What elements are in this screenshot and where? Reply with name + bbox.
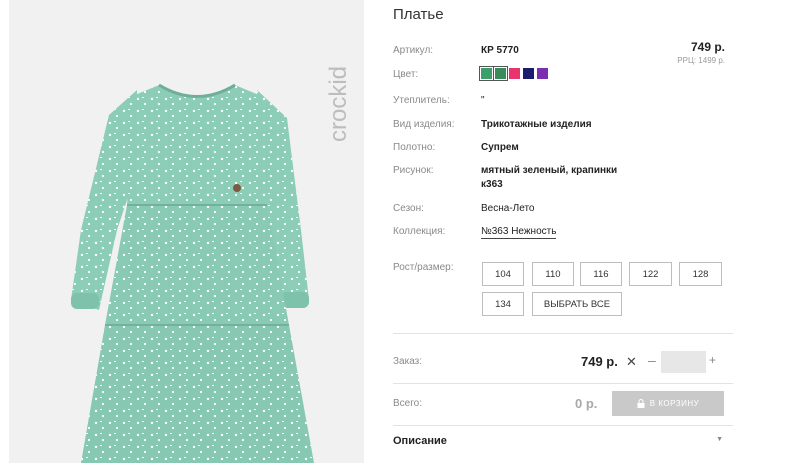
order-label: Заказ: [393,356,423,367]
type-value: Трикотажные изделия [481,119,592,130]
fabric-label: Полотно: [393,142,436,153]
quantity-decrease-button[interactable]: – [648,352,656,368]
dress-illustration [71,83,314,463]
order-price: 749 р. [581,354,618,369]
size-116-button[interactable]: 116 [580,262,622,286]
svg-text:crockid: crockid [325,66,352,142]
size-122-button[interactable]: 122 [629,262,672,286]
lock-icon [637,399,645,408]
color-swatches [479,66,548,81]
type-label: Вид изделия: [393,119,455,130]
add-to-cart-label: В КОРЗИНУ [649,399,700,408]
product-page: crockid Платье 749 р. РРЦ: 1499 р. Артик… [0,0,800,463]
total-label: Всего: [393,398,422,409]
color-label: Цвет: [393,69,419,80]
collection-label: Коллекция: [393,226,446,237]
collection-link[interactable]: №363 Нежность [481,226,557,239]
size-110-button[interactable]: 110 [532,262,574,286]
product-image[interactable]: crockid [9,0,364,463]
pattern-value: мятный зеленый, крапинки [481,165,618,176]
color-swatch-green[interactable] [479,66,494,81]
page-title: Платье [393,6,444,23]
size-104-button[interactable]: 104 [482,262,524,286]
color-swatch-navy[interactable] [523,68,534,79]
chevron-down-icon[interactable]: ▼ [716,436,723,443]
season-label: Сезон: [393,203,424,214]
size-128-button[interactable]: 128 [679,262,722,286]
color-swatch-pink[interactable] [509,68,520,79]
description-toggle[interactable]: Описание [393,435,447,447]
product-details: Платье 749 р. РРЦ: 1499 р. Артикул: КР 5… [393,0,733,463]
insulation-label: Утеплитель: [393,95,450,106]
total-value: 0 р. [575,396,598,411]
divider [393,333,733,334]
color-swatch-dark-green[interactable] [493,66,508,81]
quantity-increase-button[interactable]: + [709,353,716,367]
select-all-sizes-button[interactable]: ВЫБРАТЬ ВСЕ [532,292,622,316]
recommended-price: РРЦ: 1499 р. [677,56,725,65]
crockid-logo-icon: crockid [325,66,352,142]
divider [393,383,733,384]
remove-icon[interactable]: ✕ [626,354,637,370]
add-to-cart-button[interactable]: В КОРЗИНУ [612,391,724,416]
sizes-label: Рост/размер: [393,262,454,273]
divider [393,425,733,426]
color-swatch-purple[interactable] [537,68,548,79]
insulation-value: " [481,95,485,106]
season-value: Весна-Лето [481,203,535,214]
pattern-label: Рисунок: [393,165,434,176]
size-134-button[interactable]: 134 [482,292,524,316]
article-label: Артикул: [393,45,434,56]
pattern-value-2: к363 [481,179,503,190]
fabric-value: Супрем [481,142,519,153]
quantity-input[interactable] [661,351,706,373]
article-value: КР 5770 [481,45,519,56]
product-price: 749 р. [690,40,725,54]
